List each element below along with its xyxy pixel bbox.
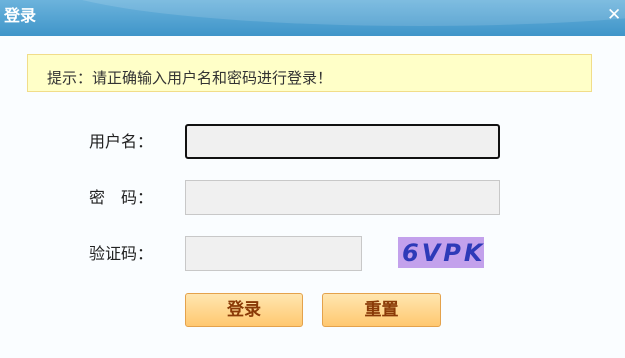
captcha-input[interactable] [185, 236, 362, 271]
login-dialog: 登录 ✕ 提示：请正确输入用户名和密码进行登录！ 用户名： 密 码： 验证码： … [0, 0, 625, 358]
reset-button[interactable]: 重置 [322, 293, 441, 327]
title-bar-decoration [40, 0, 625, 26]
password-label: 密 码： [89, 188, 154, 207]
captcha-label: 验证码： [89, 244, 154, 263]
username-input[interactable] [185, 124, 500, 159]
tip-text: 提示：请正确输入用户名和密码进行登录！ [47, 69, 333, 87]
tip-box: 提示：请正确输入用户名和密码进行登录！ [27, 54, 592, 92]
captcha-text: 6VPK [402, 239, 486, 267]
username-label: 用户名： [89, 132, 154, 151]
captcha-image[interactable]: 6VPK [398, 237, 484, 268]
password-input[interactable] [185, 180, 500, 215]
title-bar[interactable]: 登录 ✕ [0, 0, 625, 36]
close-icon[interactable]: ✕ [607, 5, 621, 25]
login-button[interactable]: 登录 [185, 293, 303, 327]
window-title: 登录 [4, 6, 37, 25]
